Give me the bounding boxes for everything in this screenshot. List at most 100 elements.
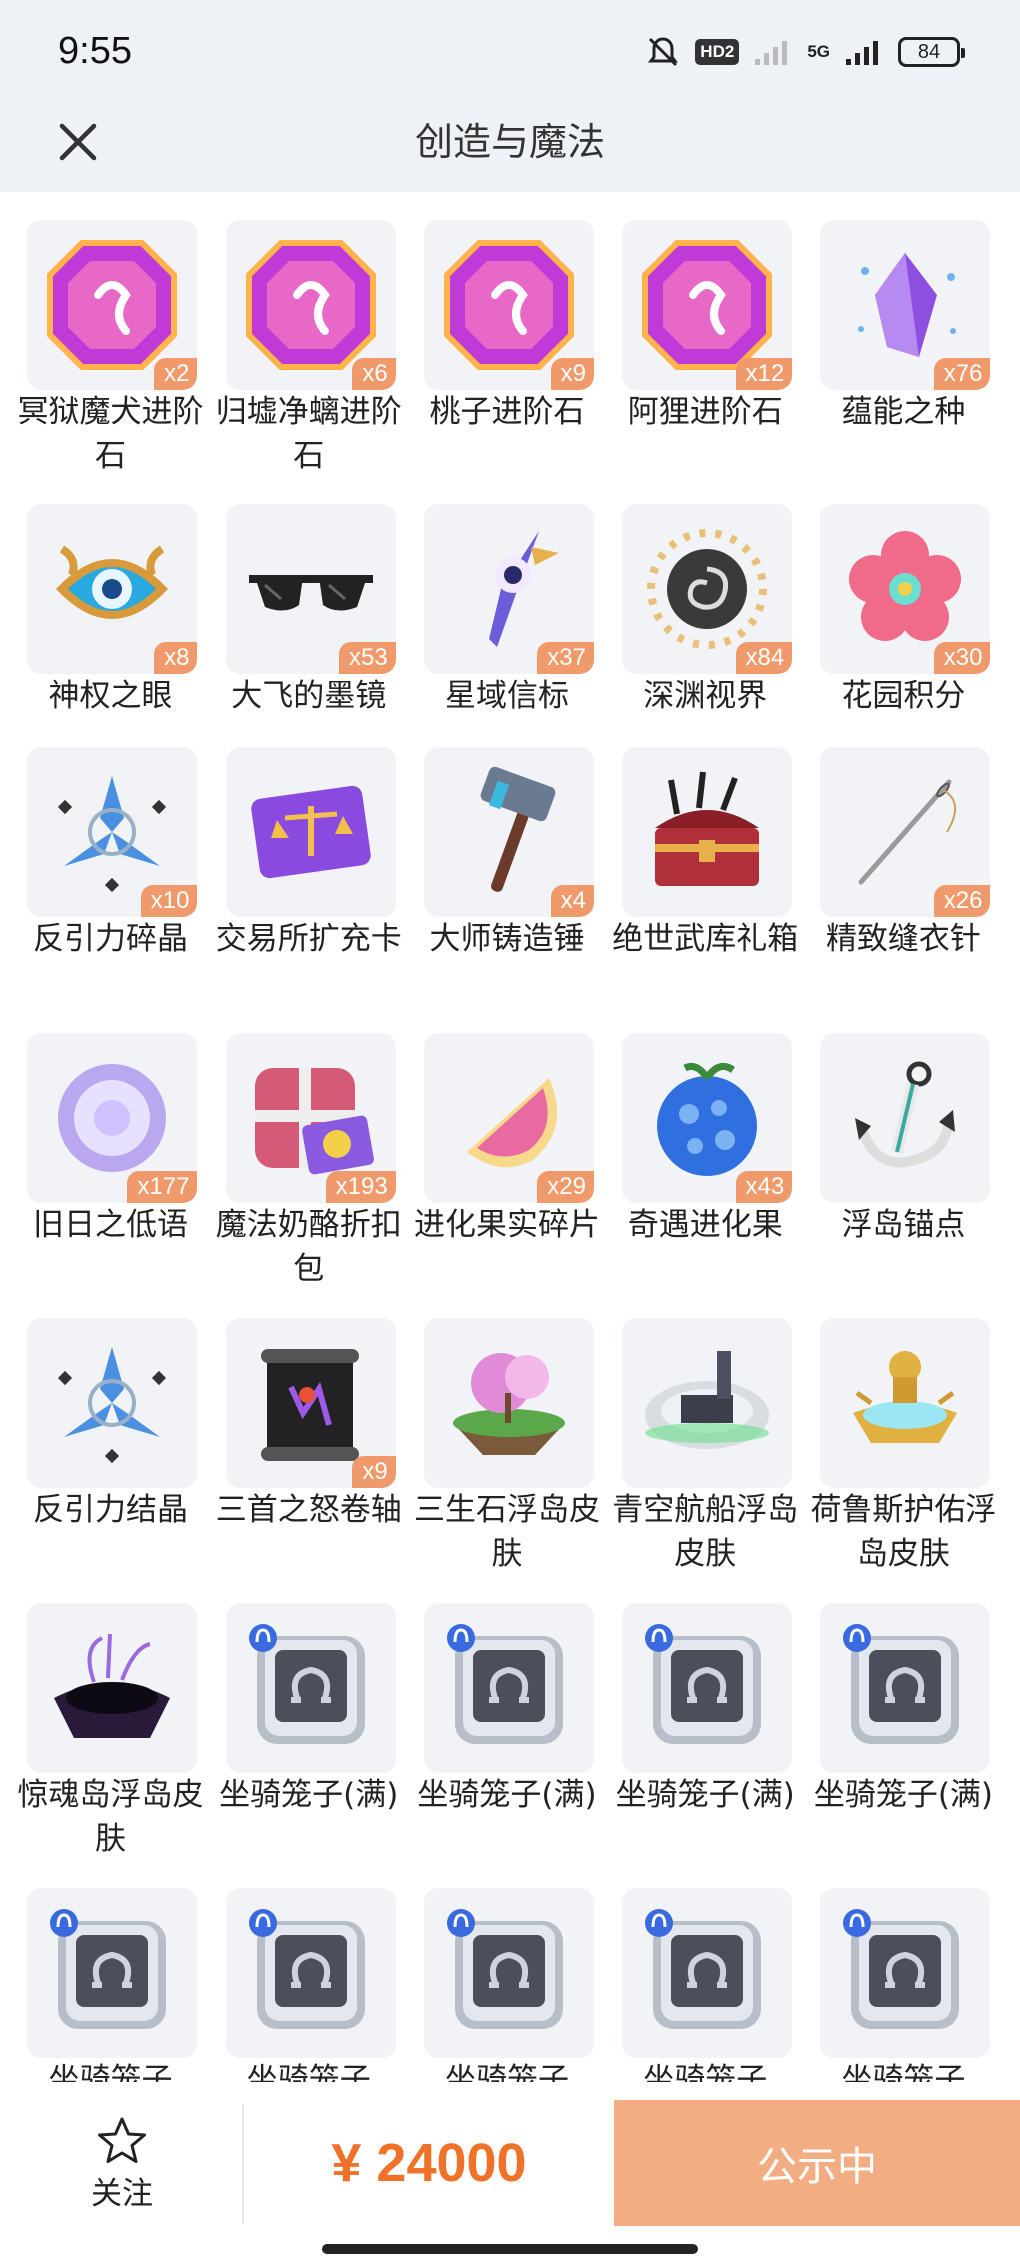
item-card[interactable]: x193 魔法奶酪折扣包 (216, 1033, 402, 1323)
item-thumbnail (27, 1318, 198, 1489)
item-card[interactable]: x76 蕴能之种 (813, 219, 993, 510)
quantity-badge: x53 (339, 641, 396, 674)
item-name: 坐骑笼子 (246, 2062, 371, 2082)
follow-label: 关注 (91, 2176, 153, 2212)
item-thumbnail (423, 1603, 594, 1774)
publicity-status-button[interactable]: 公示中 (614, 2100, 1020, 2226)
item-name: 坐骑笼子(满) (417, 1777, 597, 1814)
item-thumbnail: x43 (622, 1033, 793, 1204)
quantity-badge: x4 (550, 884, 594, 917)
item-name: 坐骑笼子 (444, 2062, 569, 2082)
item-thumbnail: x12 (622, 219, 793, 390)
quantity-badge: x76 (933, 357, 991, 390)
item-thumbnail (27, 1888, 198, 2059)
item-card[interactable]: 惊魂岛浮岛皮肤 (17, 1603, 203, 1893)
giftbox-icon (254, 1068, 374, 1175)
item-card[interactable]: 反引力结晶 (20, 1318, 200, 1608)
item-thumbnail: x8 (27, 503, 198, 674)
item-card[interactable]: 三生石浮岛皮肤 (414, 1318, 600, 1608)
item-card[interactable]: 浮岛锚点 (813, 1033, 993, 1323)
item-name: 浮岛锚点 (841, 1207, 966, 1244)
item-card[interactable]: x10 反引力碎晶 (20, 746, 200, 1037)
quantity-badge: x2 (154, 357, 198, 390)
item-card[interactable]: x2 冥狱魔犬进阶石 (17, 219, 203, 510)
item-card[interactable]: x9 三首之怒卷轴 (216, 1318, 402, 1608)
item-name: 坐骑笼子 (841, 2062, 966, 2082)
item-card[interactable]: x12 阿狸进阶石 (615, 219, 795, 510)
item-name: 三生石浮岛皮肤 (413, 1492, 600, 1573)
beacon-icon (488, 530, 559, 647)
item-card[interactable]: x177 旧日之低语 (20, 1033, 200, 1323)
star-icon (98, 2117, 146, 2163)
quantity-badge: x26 (933, 884, 991, 917)
mount-cage-icon (446, 1909, 563, 2030)
item-card[interactable]: x9 桃子进阶石 (417, 219, 597, 510)
gem-icon (443, 239, 574, 370)
item-card[interactable]: 坐骑笼子 (615, 1888, 795, 2082)
item-thumbnail (622, 1888, 793, 2059)
item-thumbnail (27, 1603, 198, 1774)
item-thumbnail (820, 1033, 991, 1204)
item-thumbnail: x37 (423, 503, 594, 674)
item-card[interactable]: x29 进化果实碎片 (414, 1033, 600, 1323)
item-thumbnail (622, 1603, 793, 1774)
berry-icon (657, 1063, 758, 1177)
item-name: 反引力结晶 (32, 1492, 188, 1529)
home-indicator (322, 2244, 698, 2254)
item-card[interactable]: 坐骑笼子(满) (615, 1603, 795, 1893)
status-time: 9:55 (58, 30, 132, 72)
item-name: 三首之怒卷轴 (215, 1492, 402, 1529)
item-card[interactable]: 坐骑笼子 (417, 1888, 597, 2082)
item-name: 惊魂岛浮岛皮肤 (17, 1777, 204, 1858)
item-name: 坐骑笼子(满) (219, 1777, 399, 1814)
item-card[interactable]: 坐骑笼子(满) (813, 1603, 993, 1893)
quantity-badge: x43 (735, 1171, 793, 1204)
battery-level: 84 (917, 40, 941, 63)
item-thumbnail (225, 746, 396, 917)
item-card[interactable]: x4 大师铸造锤 (417, 746, 597, 1037)
item-card[interactable]: 荷鲁斯护佑浮岛皮肤 (810, 1318, 996, 1608)
network-type: 5G (807, 42, 830, 61)
vortex-icon (647, 528, 768, 649)
mount-cage-icon (248, 1909, 365, 2030)
follow-button[interactable]: 关注 (60, 2116, 184, 2216)
quantity-badge: x84 (735, 641, 793, 674)
island-icon (452, 1353, 565, 1456)
item-name: 冥狱魔犬进阶石 (17, 393, 204, 474)
item-name: 反引力碎晶 (32, 920, 188, 957)
item-thumbnail (820, 1603, 991, 1774)
item-card[interactable]: 坐骑笼子(满) (219, 1603, 399, 1893)
item-name: 神权之眼 (48, 677, 173, 714)
quantity-badge: x177 (127, 1171, 198, 1204)
item-card[interactable]: 青空航船浮岛皮肤 (612, 1318, 798, 1608)
gem-icon (245, 239, 376, 370)
quantity-badge: x29 (537, 1171, 594, 1204)
item-card[interactable]: x26 精致缝衣针 (813, 746, 993, 1037)
item-card[interactable]: x6 归墟净螭进阶石 (216, 219, 402, 510)
item-name: 大师铸造锤 (429, 920, 585, 957)
item-card[interactable]: x43 奇遇进化果 (615, 1033, 795, 1323)
orb-icon (58, 1064, 167, 1173)
item-card[interactable]: 坐骑笼子 (813, 1888, 993, 2082)
item-thumbnail: x6 (225, 219, 396, 390)
item-name: 精致缝衣针 (825, 920, 981, 957)
crystal-icon (858, 252, 957, 357)
item-name: 归墟净螭进阶石 (215, 393, 402, 474)
hammer-icon (480, 766, 556, 892)
bottom-bar: 关注 ¥ 24000 公示中 (0, 2098, 1020, 2228)
status-bar: 9:55 HD2 5G 84 (0, 0, 1020, 92)
item-name: 星域信标 (444, 677, 569, 714)
item-card[interactable]: 交易所扩充卡 (216, 746, 402, 1037)
item-grid: x2冥狱魔犬进阶石 x6归墟净螭进阶石 x9桃子进阶石 x12阿狸进阶石 (0, 192, 1020, 2082)
title-bar: 创造与魔法 (0, 92, 1020, 192)
item-name: 阿狸进阶石 (627, 393, 783, 430)
item-thumbnail (820, 1318, 991, 1489)
item-name: 坐骑笼子(满) (615, 1777, 795, 1814)
battery-icon: 84 (898, 37, 965, 67)
item-card[interactable]: 坐骑笼子 (20, 1888, 200, 2082)
item-card[interactable]: 坐骑笼子 (219, 1888, 399, 2082)
item-card[interactable]: 坐骑笼子(满) (417, 1603, 597, 1893)
item-card[interactable]: 绝世武库礼箱 (612, 746, 798, 1037)
gem-icon (47, 239, 178, 370)
dark-island-icon (54, 1634, 171, 1739)
